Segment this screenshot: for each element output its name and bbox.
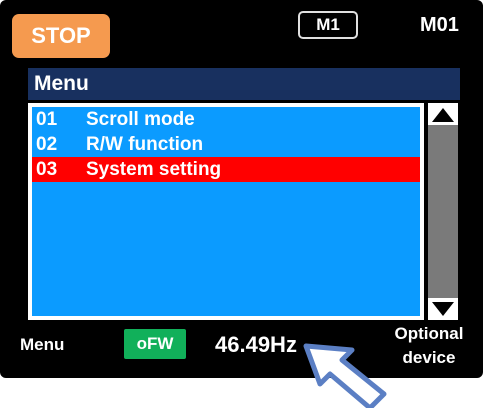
menu-item-label: System setting (86, 159, 222, 180)
screen-code: M01 (420, 14, 459, 36)
menu-item-label: R/W function (86, 134, 204, 155)
menu-item-number: 02 (36, 134, 58, 155)
menu-title: Menu (28, 68, 460, 100)
scroll-up-arrow-icon[interactable] (428, 103, 458, 125)
menu-item-rw-function[interactable]: 02 R/W function (32, 132, 420, 157)
optional-device-line1: Optional (394, 324, 464, 343)
frequency-readout: 46.49Hz (215, 332, 297, 357)
menu-item-label: Scroll mode (86, 109, 195, 130)
menu-item-number: 01 (36, 109, 58, 130)
menu-item-system-setting[interactable]: 03 System setting (32, 157, 420, 182)
stop-status-badge: STOP (12, 14, 110, 58)
menu-item-scroll-mode[interactable]: 01 Scroll mode (32, 107, 420, 132)
optional-device-line2: device (402, 348, 456, 367)
optional-device-label: Optional device (378, 322, 480, 370)
ofw-indicator: oFW (124, 329, 186, 359)
keypad-display: STOP M1 M01 Menu 01 Scroll mode 02 R/W f… (0, 0, 483, 378)
footer-menu-label: Menu (20, 335, 65, 354)
scroll-down-arrow-icon[interactable] (428, 298, 458, 320)
menu-list: 01 Scroll mode 02 R/W function 03 System… (32, 107, 420, 316)
menu-list-frame: 01 Scroll mode 02 R/W function 03 System… (28, 103, 424, 320)
mode-badge: M1 (298, 11, 358, 39)
menu-item-number: 03 (36, 159, 58, 180)
menu-scrollbar[interactable] (428, 103, 458, 320)
